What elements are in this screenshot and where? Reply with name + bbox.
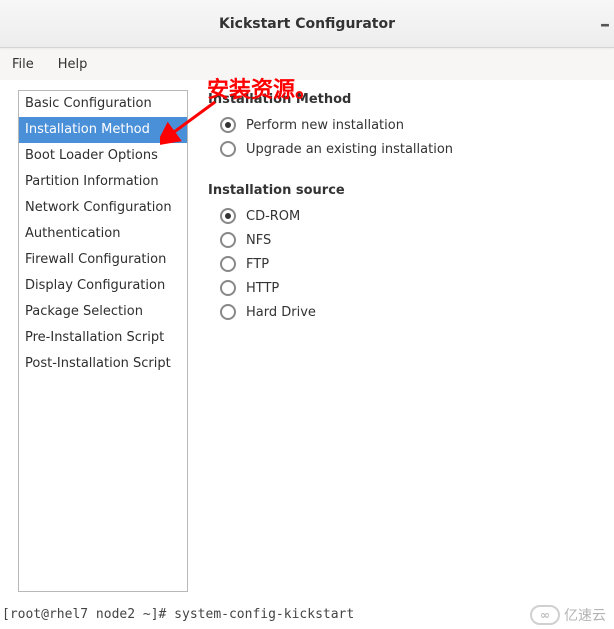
installation-source-group: Installation source CD-ROM NFS FTP HTTP … (208, 183, 614, 324)
menu-file[interactable]: File (6, 53, 40, 76)
watermark-text: 亿速云 (564, 605, 606, 625)
sidebar-item-authentication[interactable]: Authentication (19, 221, 187, 247)
radio-label-perform: Perform new installation (246, 118, 404, 133)
installation-source-title: Installation source (208, 183, 614, 198)
installation-method-title: Installation Method (208, 92, 614, 107)
sidebar-item-pre-installation-script[interactable]: Pre-Installation Script (19, 325, 187, 351)
sidebar-item-partition-information[interactable]: Partition Information (19, 169, 187, 195)
sidebar-item-installation-method[interactable]: Installation Method (19, 117, 187, 143)
sidebar-item-post-installation-script[interactable]: Post-Installation Script (19, 351, 187, 377)
radio-ftp[interactable] (220, 256, 236, 272)
radio-row-harddrive[interactable]: Hard Drive (208, 300, 614, 324)
watermark: ∞ 亿速云 (530, 605, 606, 625)
radio-label-upgrade: Upgrade an existing installation (246, 142, 453, 157)
radio-row-nfs[interactable]: NFS (208, 228, 614, 252)
content-area: Basic Configuration Installation Method … (0, 80, 614, 592)
radio-label-harddrive: Hard Drive (246, 305, 316, 320)
sidebar: Basic Configuration Installation Method … (18, 90, 188, 592)
radio-label-cdrom: CD-ROM (246, 209, 300, 224)
menu-help[interactable]: Help (52, 53, 94, 76)
sidebar-item-firewall-configuration[interactable]: Firewall Configuration (19, 247, 187, 273)
radio-cdrom[interactable] (220, 208, 236, 224)
cloud-icon: ∞ (530, 605, 560, 625)
radio-row-ftp[interactable]: FTP (208, 252, 614, 276)
radio-label-http: HTTP (246, 281, 279, 296)
sidebar-item-network-configuration[interactable]: Network Configuration (19, 195, 187, 221)
radio-perform-new-installation[interactable] (220, 117, 236, 133)
window-title: Kickstart Configurator (219, 16, 395, 32)
sidebar-item-package-selection[interactable]: Package Selection (19, 299, 187, 325)
radio-label-ftp: FTP (246, 257, 269, 272)
radio-row-cdrom[interactable]: CD-ROM (208, 204, 614, 228)
minimize-icon[interactable]: – (600, 12, 610, 36)
installation-method-group: Installation Method Perform new installa… (208, 92, 614, 161)
radio-nfs[interactable] (220, 232, 236, 248)
radio-upgrade-existing-installation[interactable] (220, 141, 236, 157)
radio-row-perform[interactable]: Perform new installation (208, 113, 614, 137)
radio-row-upgrade[interactable]: Upgrade an existing installation (208, 137, 614, 161)
radio-label-nfs: NFS (246, 233, 271, 248)
radio-hard-drive[interactable] (220, 304, 236, 320)
radio-http[interactable] (220, 280, 236, 296)
titlebar: Kickstart Configurator – (0, 0, 614, 48)
main-panel: Installation Method Perform new installa… (188, 90, 614, 592)
sidebar-item-boot-loader-options[interactable]: Boot Loader Options (19, 143, 187, 169)
sidebar-item-basic-configuration[interactable]: Basic Configuration (19, 91, 187, 117)
terminal-line: [root@rhel7 node2 ~]# system-config-kick… (0, 603, 614, 629)
radio-row-http[interactable]: HTTP (208, 276, 614, 300)
sidebar-item-display-configuration[interactable]: Display Configuration (19, 273, 187, 299)
menubar: File Help (0, 48, 614, 80)
